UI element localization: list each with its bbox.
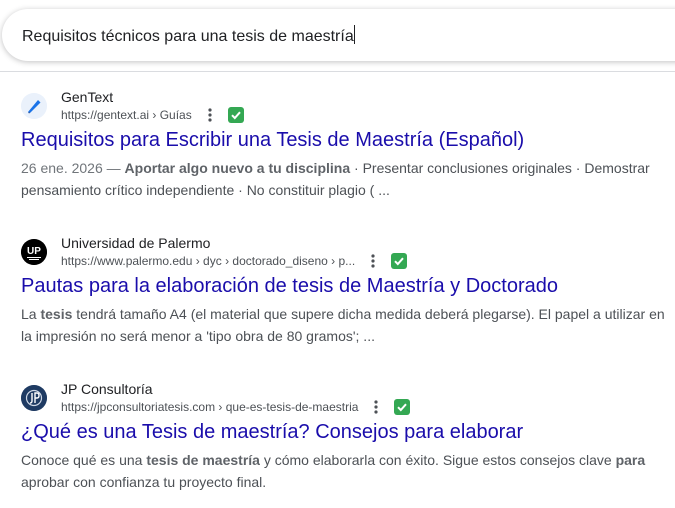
site-url: https://jpconsultoriatesis.com › que-es-…: [61, 400, 359, 414]
result-title-link[interactable]: Pautas para la elaboración de tesis de M…: [21, 273, 671, 299]
verified-check-icon: [227, 107, 244, 123]
header-divider: [0, 71, 675, 72]
snippet-text: La: [21, 306, 41, 322]
search-query-text: Requisitos técnicos para una tesis de ma…: [22, 27, 354, 45]
site-name: Universidad de Palermo: [61, 235, 211, 251]
snippet-text: Conoce qué es una: [21, 452, 147, 468]
more-options-icon[interactable]: [368, 398, 384, 416]
site-url: https://gentext.ai › Guías: [61, 108, 192, 122]
search-result: GenText https://gentext.ai › Guías Requi…: [21, 89, 671, 201]
snippet-highlight: tesis de maestría: [146, 452, 260, 468]
site-info[interactable]: GenText https://gentext.ai › Guías: [21, 89, 671, 123]
site-info[interactable]: UP Universidad de Palermo https://www.pa…: [21, 235, 671, 269]
result-title-link[interactable]: Requisitos para Escribir una Tesis de Ma…: [21, 127, 671, 153]
result-snippet: La tesis tendrá tamaño A4 (el material q…: [21, 303, 671, 347]
snippet-text: y cómo elaborarla con éxito. Sigue estos…: [259, 452, 616, 468]
result-date: 26 ene. 2026 —: [21, 160, 125, 176]
site-name: GenText: [61, 89, 114, 105]
jp-logo-icon: [21, 385, 47, 411]
search-bar[interactable]: Requisitos técnicos para una tesis de ma…: [2, 9, 675, 61]
search-input[interactable]: Requisitos técnicos para una tesis de ma…: [22, 24, 355, 46]
search-result: UP Universidad de Palermo https://www.pa…: [21, 235, 671, 347]
snippet-text: tendrá tamaño A4 (el material que supere…: [21, 306, 665, 344]
svg-text:UP: UP: [27, 246, 41, 257]
search-result: JP Consultoría https://jpconsultoriatesi…: [21, 381, 671, 493]
result-title-link[interactable]: ¿Qué es una Tesis de maestría? Consejos …: [21, 419, 671, 445]
more-options-icon[interactable]: [202, 106, 218, 124]
snippet-highlight: Aportar algo nuevo a tu disciplina: [124, 160, 351, 176]
text-caret: [353, 24, 355, 44]
verified-check-icon: [394, 399, 411, 415]
snippet-highlight: para: [615, 452, 646, 468]
snippet-highlight: tesis: [40, 306, 73, 322]
more-options-icon[interactable]: [365, 252, 381, 270]
verified-check-icon: [391, 253, 408, 269]
feather-pen-icon: [21, 93, 47, 119]
up-logo-icon: UP: [21, 239, 47, 265]
result-snippet: Conoce qué es una tesis de maestría y có…: [21, 449, 671, 493]
snippet-text: aprobar con confianza tu proyecto final.: [21, 474, 267, 490]
site-url: https://www.palermo.edu › dyc › doctorad…: [61, 254, 356, 268]
site-name: JP Consultoría: [61, 381, 153, 397]
site-info[interactable]: JP Consultoría https://jpconsultoriatesi…: [21, 381, 671, 415]
result-snippet: 26 ene. 2026 — Aportar algo nuevo a tu d…: [21, 157, 671, 201]
